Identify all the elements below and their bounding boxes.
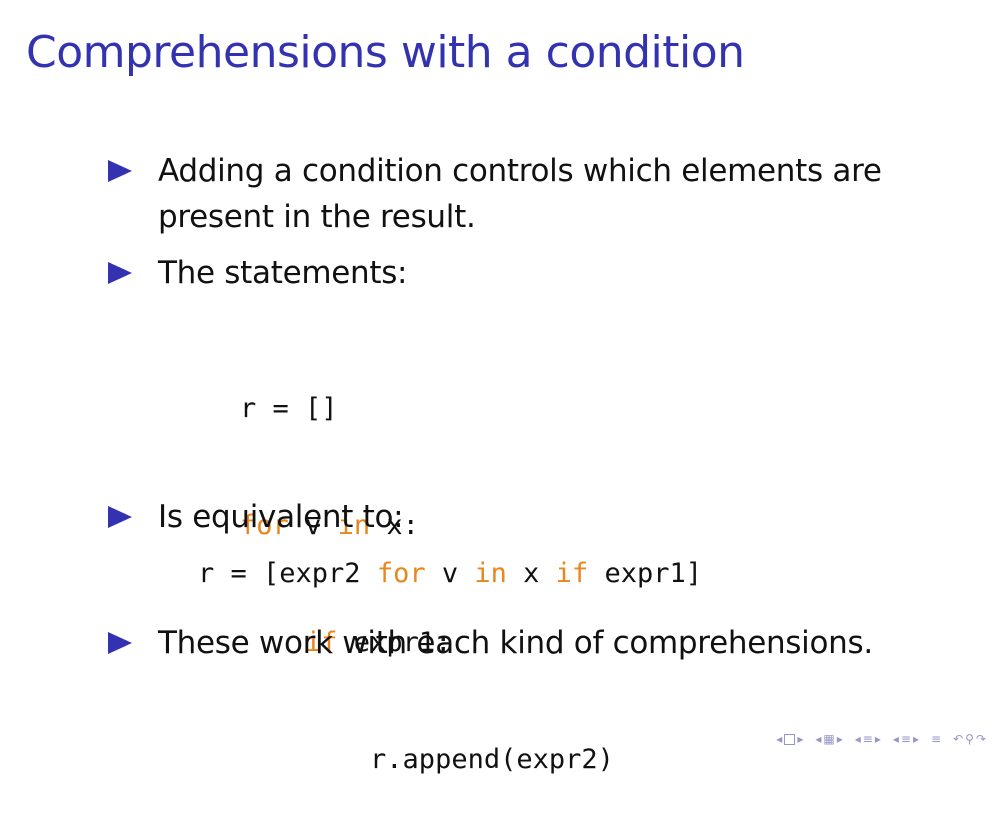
nav-part-next-icon[interactable]: ▸	[913, 732, 919, 746]
code-text: expr1]	[588, 558, 702, 589]
code-line-4: r.append(expr2)	[240, 744, 614, 775]
nav-part-group: ◂ ≡ ▸	[893, 732, 919, 746]
nav-subsection-prev-icon[interactable]: ◂	[815, 732, 821, 746]
bullet-text-2: The statements:	[158, 255, 408, 291]
nav-section-prev-icon[interactable]: ◂	[855, 732, 861, 746]
nav-frame-group: ◂ ▸	[776, 732, 803, 746]
bullet-triangle-icon	[108, 506, 132, 528]
nav-search-group: ↶ ⚲ ↷	[953, 732, 986, 746]
nav-frame-prev-icon[interactable]: ◂	[776, 732, 782, 746]
code-keyword: in	[474, 558, 507, 589]
bullet-text-1a: Adding a condition controls which elemen…	[158, 153, 882, 189]
nav-redo-icon[interactable]: ↷	[976, 732, 986, 746]
nav-align-icon[interactable]: ≡	[931, 732, 941, 746]
nav-part-prev-icon[interactable]: ◂	[893, 732, 899, 746]
code-line-1: r = []	[240, 393, 338, 424]
nav-subsection-icon[interactable]: ▦	[823, 732, 834, 746]
code-text: x	[506, 558, 556, 589]
bullet-text-3: Is equivalent to:	[158, 499, 404, 535]
bullet-triangle-icon	[108, 160, 132, 182]
code-keyword: for	[376, 558, 426, 589]
nav-section-icon[interactable]: ≡	[863, 732, 873, 746]
nav-section-group: ◂ ≡ ▸	[855, 732, 881, 746]
nav-undo-icon[interactable]: ↶	[953, 732, 963, 746]
bullet-triangle-icon	[108, 632, 132, 654]
nav-frame-next-icon[interactable]: ▸	[797, 732, 803, 746]
nav-subsection-group: ◂ ▦ ▸	[815, 732, 842, 746]
slide-title: Comprehensions with a condition	[26, 27, 745, 78]
nav-align-group: ≡	[931, 732, 941, 746]
nav-section-next-icon[interactable]: ▸	[875, 732, 881, 746]
bullet-text-4: These work with each kind of comprehensi…	[158, 625, 873, 661]
nav-part-icon[interactable]: ≡	[901, 732, 911, 746]
nav-frame-icon[interactable]	[784, 733, 796, 745]
navigation-bar: ◂ ▸ ◂ ▦ ▸ ◂ ≡ ▸ ◂ ≡ ▸ ≡ ↶ ⚲ ↷	[776, 732, 986, 746]
nav-subsection-next-icon[interactable]: ▸	[837, 732, 843, 746]
nav-search-icon[interactable]: ⚲	[965, 732, 974, 746]
code-text: v	[425, 558, 475, 589]
bullet-triangle-icon	[108, 262, 132, 284]
code-inline: r = [expr2 for v in x if expr1]	[198, 554, 702, 594]
code-keyword: if	[555, 558, 589, 589]
bullet-text-1b: present in the result.	[158, 199, 476, 235]
code-text: r = [expr2	[198, 558, 377, 589]
